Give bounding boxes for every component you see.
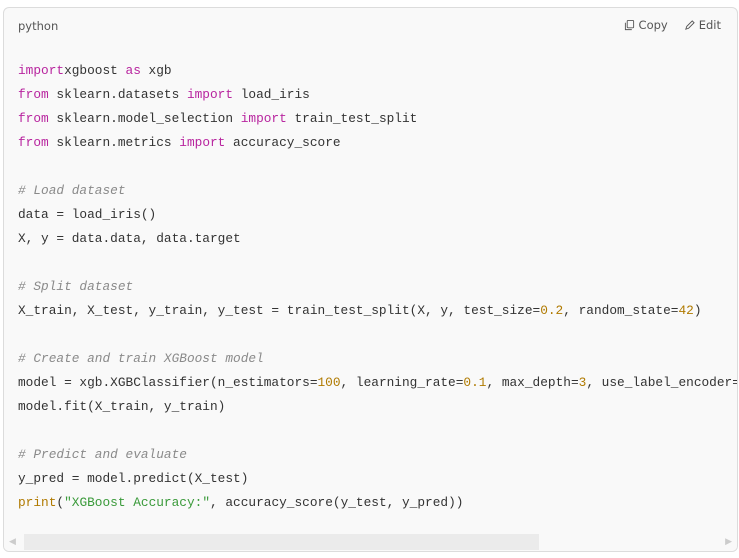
copy-button[interactable]: Copy [624, 18, 668, 32]
code-token: , accuracy_score(y_test, y_pred)) [210, 495, 464, 510]
code-line: y_pred = model.predict(X_test) [18, 467, 737, 491]
code-actions: Copy Edit [624, 18, 721, 32]
code-token: accuracy_score [225, 135, 341, 150]
code-token: , random_state= [563, 303, 679, 318]
code-token: # Split dataset [18, 279, 134, 294]
code-token: from [18, 111, 49, 126]
code-token: train_test_split [286, 111, 418, 126]
code-token: X, y = data.data, data.target [18, 231, 241, 246]
code-token: # Create and train XGBoost model [18, 351, 264, 366]
code-token: import [240, 111, 287, 126]
code-token: as [125, 63, 141, 78]
code-line: from sklearn.datasets import load_iris [18, 83, 737, 107]
scroll-left-icon[interactable]: ◀ [9, 537, 16, 547]
code-block: python Copy Edit importxgboost as xgb fro… [3, 7, 738, 552]
code-line: # Predict and evaluate [18, 443, 737, 467]
code-line: X, y = data.data, data.target [18, 227, 737, 251]
code-token: import [18, 63, 65, 78]
code-token: # Predict and evaluate [18, 447, 187, 462]
code-line: # Split dataset [18, 275, 737, 299]
edit-button[interactable]: Edit [684, 18, 721, 32]
code-line: from sklearn.model_selection import trai… [18, 107, 737, 131]
code-token: 100 [317, 375, 341, 390]
code-token: sklearn.datasets [48, 87, 187, 102]
horizontal-scrollbar[interactable]: ◀ ▶ [4, 533, 737, 551]
code-token: ) [693, 303, 702, 318]
scrollbar-thumb[interactable] [24, 534, 539, 550]
code-token: 42 [678, 303, 694, 318]
scroll-right-icon[interactable]: ▶ [725, 537, 732, 547]
code-token: model.fit(X_train, y_train) [18, 399, 226, 414]
code-token: 0.2 [540, 303, 564, 318]
code-token: , max_depth= [486, 375, 579, 390]
pencil-icon [684, 19, 695, 30]
code-token: y_pred = model.predict(X_test) [18, 471, 249, 486]
code-line: X_train, X_test, y_train, y_test = train… [18, 299, 737, 323]
code-line: from sklearn.metrics import accuracy_sco… [18, 131, 737, 155]
code-line: data = load_iris() [18, 203, 737, 227]
code-token: from [18, 87, 49, 102]
code-token: import [179, 135, 226, 150]
code-token: print [18, 495, 57, 510]
code-line: # Load dataset [18, 179, 737, 203]
code-token: 0.1 [463, 375, 487, 390]
code-line: importxgboost as xgb [18, 59, 737, 83]
code-line: # Create and train XGBoost model [18, 347, 737, 371]
code-token: from [18, 135, 49, 150]
code-token: load_iris [233, 87, 310, 102]
code-token: xgb [140, 63, 172, 78]
code-line: print("XGBoost Accuracy:", accuracy_scor… [18, 491, 737, 515]
code-token: X_train, X_test, y_train, y_test = train… [18, 303, 541, 318]
copy-icon [624, 19, 634, 30]
copy-label: Copy [638, 18, 668, 32]
code-token: # Load dataset [18, 183, 126, 198]
code-line: model.fit(X_train, y_train) [18, 395, 737, 419]
code-content: importxgboost as xgb from sklearn.dataset… [18, 59, 738, 515]
code-token: sklearn.model_selection [48, 111, 241, 126]
code-token: sklearn.metrics [48, 135, 180, 150]
code-language-label: python [18, 19, 59, 33]
code-token: model = xgb.XGBClassifier(n_estimators= [18, 375, 318, 390]
code-token: "XGBoost Accuracy:" [64, 495, 211, 510]
code-token: xgboost [64, 63, 126, 78]
code-token: ( [56, 495, 65, 510]
edit-label: Edit [698, 18, 721, 32]
code-token: , use_label_encoder= [586, 375, 738, 390]
code-token: , learning_rate= [340, 375, 464, 390]
code-line: model = xgb.XGBClassifier(n_estimators=1… [18, 371, 738, 395]
code-token: data = load_iris() [18, 207, 157, 222]
code-token: import [186, 87, 234, 102]
